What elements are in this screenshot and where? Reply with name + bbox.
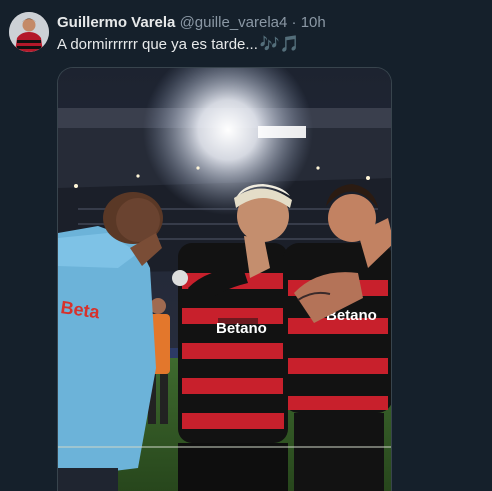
tweet-header: Guillermo Varela @guille_varela4 · 10h (57, 12, 326, 34)
photo-players-sleeping-pose: Beta Betano Betano (58, 68, 391, 491)
author-name[interactable]: Guillermo Varela (57, 14, 175, 31)
author-handle[interactable]: @guille_varela4 (180, 14, 288, 31)
tweet-timestamp[interactable]: 10h (301, 14, 326, 31)
tweet-text-body: A dormirrrrrr que ya es tarde... (57, 36, 258, 53)
author-avatar[interactable] (9, 12, 49, 52)
music-notes-emoji: 🎶🎵 (259, 36, 300, 53)
tweet[interactable]: Guillermo Varela @guille_varela4 · 10h A… (0, 0, 492, 491)
tweet-text: A dormirrrrrr que ya es tarde... 🎶🎵 (57, 34, 300, 56)
tweet-media-photo[interactable]: Beta Betano Betano (57, 67, 392, 491)
separator-dot: · (291, 14, 297, 31)
jersey-sponsor-left: Betano (216, 320, 267, 337)
